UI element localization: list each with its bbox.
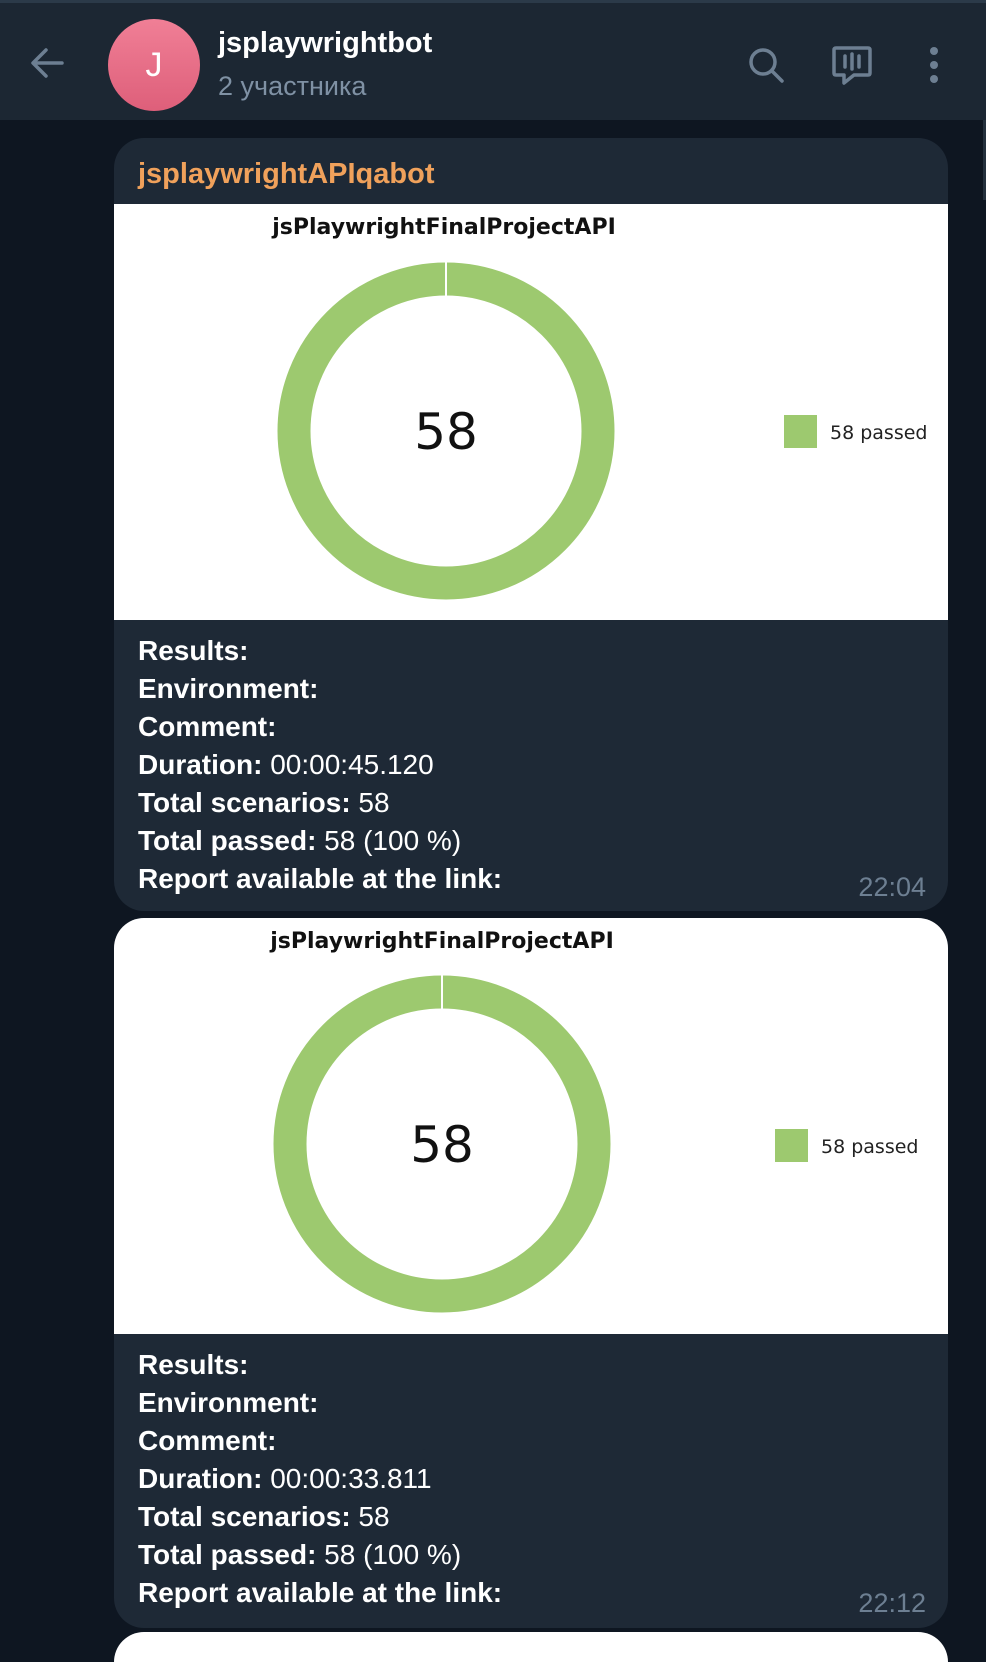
caption-line: Duration: 00:00:45.120 [138,749,434,780]
caption-line: Total scenarios: 58 [138,1501,390,1532]
message-text: Results: Environment: Comment: Duration:… [138,632,502,898]
chart-image[interactable]: jsPlaywrightFinalProjectAPI 58 58 passed [114,204,948,620]
chart-title: jsPlaywrightFinalProjectAPI [269,929,614,954]
caption-line: Report available at the link: [138,1577,503,1608]
message-time: 22:12 [858,1588,926,1618]
message-bubble[interactable]: jsPlaywrightFinalProjectAPI 58 58 passed… [114,918,948,1628]
message-time: 22:04 [858,872,926,902]
caption-line: Total passed: 58 (100 %) [138,825,462,856]
chat-header: J jsplaywrightbot 2 участника [0,0,986,120]
caption-line: Environment: [138,1387,319,1418]
caption-line: Duration: 00:00:33.811 [138,1463,432,1494]
chat-title[interactable]: jsplaywrightbot [218,27,432,60]
caption-line: Total passed: 58 (100 %) [138,1539,462,1570]
donut-chart: jsPlaywrightFinalProjectAPI 58 58 passed [269,929,918,1313]
message-text: Results: Environment: Comment: Duration:… [138,1346,502,1612]
caption-line: Results: [138,1349,249,1380]
voice-chat-button[interactable] [830,43,874,87]
legend-label: 58 passed [821,1136,918,1158]
caption-line: Results: [138,635,249,666]
more-vertical-icon [930,47,938,83]
avatar[interactable]: J [108,19,200,111]
chart-image[interactable]: jsPlaywrightFinalProjectAPI 58 58 passed [114,918,948,1334]
chat-subtitle: 2 участника [218,71,367,101]
caption-line: Environment: [138,673,319,704]
legend-swatch [784,415,817,448]
caption-line: Report available at the link: [138,863,503,894]
search-button[interactable] [744,43,788,87]
legend-swatch [775,1129,808,1162]
chart-center-value: 58 [410,1116,474,1174]
voice-chat-icon [832,46,872,85]
more-button[interactable] [912,43,956,87]
search-icon [749,48,784,83]
caption-line: Comment: [138,1425,277,1456]
caption-line: Comment: [138,711,277,742]
avatar-letter: J [145,45,163,84]
legend-label: 58 passed [830,422,927,444]
chart-center-value: 58 [414,403,478,461]
caption-line: Total scenarios: 58 [138,787,390,818]
message-bubble[interactable]: jsplaywrightAPIqabot jsPlaywrightFinalPr… [114,138,948,911]
donut-chart: jsPlaywrightFinalProjectAPI 58 58 passed [271,215,927,600]
chart-title: jsPlaywrightFinalProjectAPI [271,215,616,240]
back-arrow-icon [31,48,64,78]
back-button[interactable] [26,41,70,85]
next-message-bubble[interactable] [114,1632,948,1662]
message-sender[interactable]: jsplaywrightAPIqabot [138,158,434,191]
